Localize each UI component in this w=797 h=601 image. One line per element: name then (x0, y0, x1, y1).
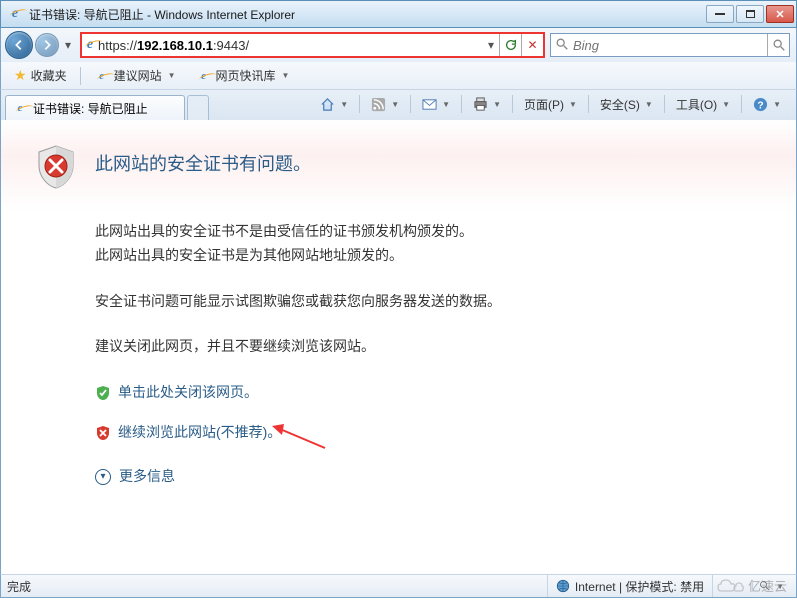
print-button[interactable]: ▼ (466, 93, 508, 115)
address-text[interactable]: https://192.168.10.1:9443/ (98, 38, 483, 53)
search-go-button[interactable] (767, 34, 789, 56)
window-titlebar: e 证书错误: 导航已阻止 - Windows Internet Explore… (0, 0, 797, 28)
back-button[interactable] (5, 31, 33, 59)
more-info-link[interactable]: 更多信息 (119, 465, 175, 489)
favorites-label: 收藏夹 (31, 67, 67, 84)
navigation-bar: ▾ e https://192.168.10.1:9443/ ▾ ✕ (0, 28, 797, 62)
cert-error-title: 此网站的安全证书有问题。 (95, 144, 311, 176)
watermark: 亿速云 (716, 576, 787, 595)
svg-text:?: ? (757, 100, 763, 111)
address-dropdown[interactable]: ▾ (483, 38, 499, 52)
address-bar[interactable]: e https://192.168.10.1:9443/ ▾ ✕ (81, 33, 544, 57)
webslice-button[interactable]: e 网页快讯库 ▼ (189, 64, 297, 87)
stop-button[interactable]: ✕ (521, 34, 543, 56)
ie-icon: e (7, 6, 23, 22)
refresh-button[interactable] (499, 34, 521, 56)
shield-ok-icon (95, 385, 111, 401)
status-text: 完成 (7, 578, 547, 595)
favorites-bar: ★ 收藏夹 e 建议网站 ▼ e 网页快讯库 ▼ (0, 62, 797, 90)
tab-icon: e (12, 100, 28, 116)
globe-icon (556, 579, 570, 593)
page-icon: e (82, 37, 98, 53)
window-controls: ✕ (706, 5, 794, 23)
help-button[interactable]: ?▼ (746, 93, 788, 115)
expand-icon[interactable]: ▾ (95, 469, 111, 485)
ie-icon: e (94, 68, 110, 84)
star-icon: ★ (14, 67, 27, 84)
continue-link[interactable]: 继续浏览此网站(不推荐)。 (118, 421, 281, 445)
nav-history-dropdown[interactable]: ▾ (61, 35, 75, 55)
ie-icon: e (196, 68, 212, 84)
mail-button[interactable]: ▼ (415, 93, 457, 115)
window-title: 证书错误: 导航已阻止 - Windows Internet Explorer (29, 6, 706, 23)
tab-title: 证书错误: 导航已阻止 (33, 100, 148, 117)
forward-button[interactable] (35, 33, 59, 57)
close-page-link-row: 单击此处关闭该网页。 (95, 381, 776, 405)
close-page-link[interactable]: 单击此处关闭该网页。 (118, 381, 258, 405)
cert-error-page: 此网站的安全证书有问题。 此网站出具的安全证书不是由受信任的证书颁发机构颁发的。… (1, 120, 796, 574)
close-button[interactable]: ✕ (766, 5, 794, 23)
more-info-row: ▾ 更多信息 (95, 465, 776, 489)
shield-error-icon (35, 144, 77, 190)
favorites-button[interactable]: ★ 收藏夹 (7, 64, 74, 87)
home-button[interactable]: ▼ (313, 93, 355, 115)
tab-bar: e 证书错误: 导航已阻止 ▼ ▼ ▼ ▼ 页面(P)▼ 安全(S)▼ 工具(O… (0, 90, 797, 120)
page-menu[interactable]: 页面(P)▼ (517, 93, 584, 115)
minimize-button[interactable] (706, 5, 734, 23)
cert-error-body: 此网站出具的安全证书不是由受信任的证书颁发机构颁发的。 此网站出具的安全证书是为… (95, 220, 776, 489)
status-zone[interactable]: Internet | 保护模式: 禁用 (547, 575, 712, 597)
suggested-sites-button[interactable]: e 建议网站 ▼ (87, 64, 183, 87)
content-area: 此网站的安全证书有问题。 此网站出具的安全证书不是由受信任的证书颁发机构颁发的。… (0, 120, 797, 574)
search-provider-icon (551, 37, 573, 54)
annotation-arrow (270, 423, 330, 453)
new-tab-button[interactable] (187, 95, 209, 120)
shield-warning-icon (95, 425, 111, 441)
search-input[interactable] (573, 38, 767, 53)
safety-menu[interactable]: 安全(S)▼ (593, 93, 660, 115)
maximize-button[interactable] (736, 5, 764, 23)
status-bar: 完成 Internet | 保护模式: 禁用 ▼ (0, 574, 797, 598)
command-bar: ▼ ▼ ▼ ▼ 页面(P)▼ 安全(S)▼ 工具(O)▼ ?▼ (313, 93, 788, 115)
continue-link-row: 继续浏览此网站(不推荐)。 (95, 421, 776, 445)
tools-menu[interactable]: 工具(O)▼ (669, 93, 737, 115)
search-box[interactable] (550, 33, 790, 57)
feeds-button[interactable]: ▼ (364, 93, 406, 115)
tab-active[interactable]: e 证书错误: 导航已阻止 (5, 95, 185, 120)
